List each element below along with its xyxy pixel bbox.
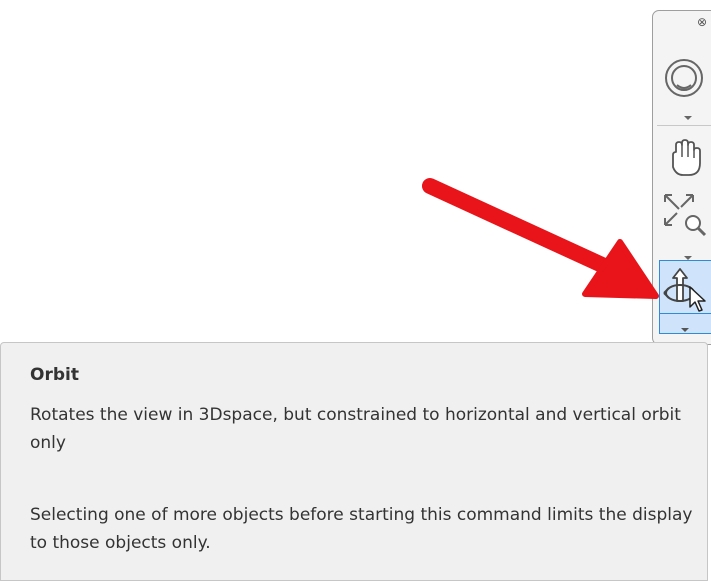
zoom-dropdown[interactable] (683, 249, 693, 260)
orbit-dropdown[interactable] (680, 321, 690, 332)
zoom-button[interactable] (659, 189, 709, 239)
tooltip: Orbit Rotates the view in 3Dspace, but c… (0, 342, 708, 581)
close-icon[interactable]: ⊗ (695, 15, 709, 29)
navigation-bar: ⊗ (652, 10, 711, 345)
orbit-button[interactable] (659, 260, 711, 334)
steering-wheel-dropdown[interactable] (683, 109, 693, 120)
zoom-extents-icon (664, 194, 707, 237)
separator (657, 125, 711, 126)
tooltip-description: Rotates the view in 3Dspace, but constra… (30, 405, 681, 453)
separator (660, 313, 711, 314)
hand-icon (672, 139, 701, 176)
pan-button[interactable] (659, 133, 709, 183)
mouse-cursor-icon (689, 286, 706, 312)
steering-wheel-button[interactable] (659, 53, 709, 103)
steering-wheel-icon (665, 59, 703, 97)
tooltip-extended-help: Selecting one of more objects before sta… (30, 505, 693, 553)
tooltip-title: Orbit (30, 365, 79, 385)
